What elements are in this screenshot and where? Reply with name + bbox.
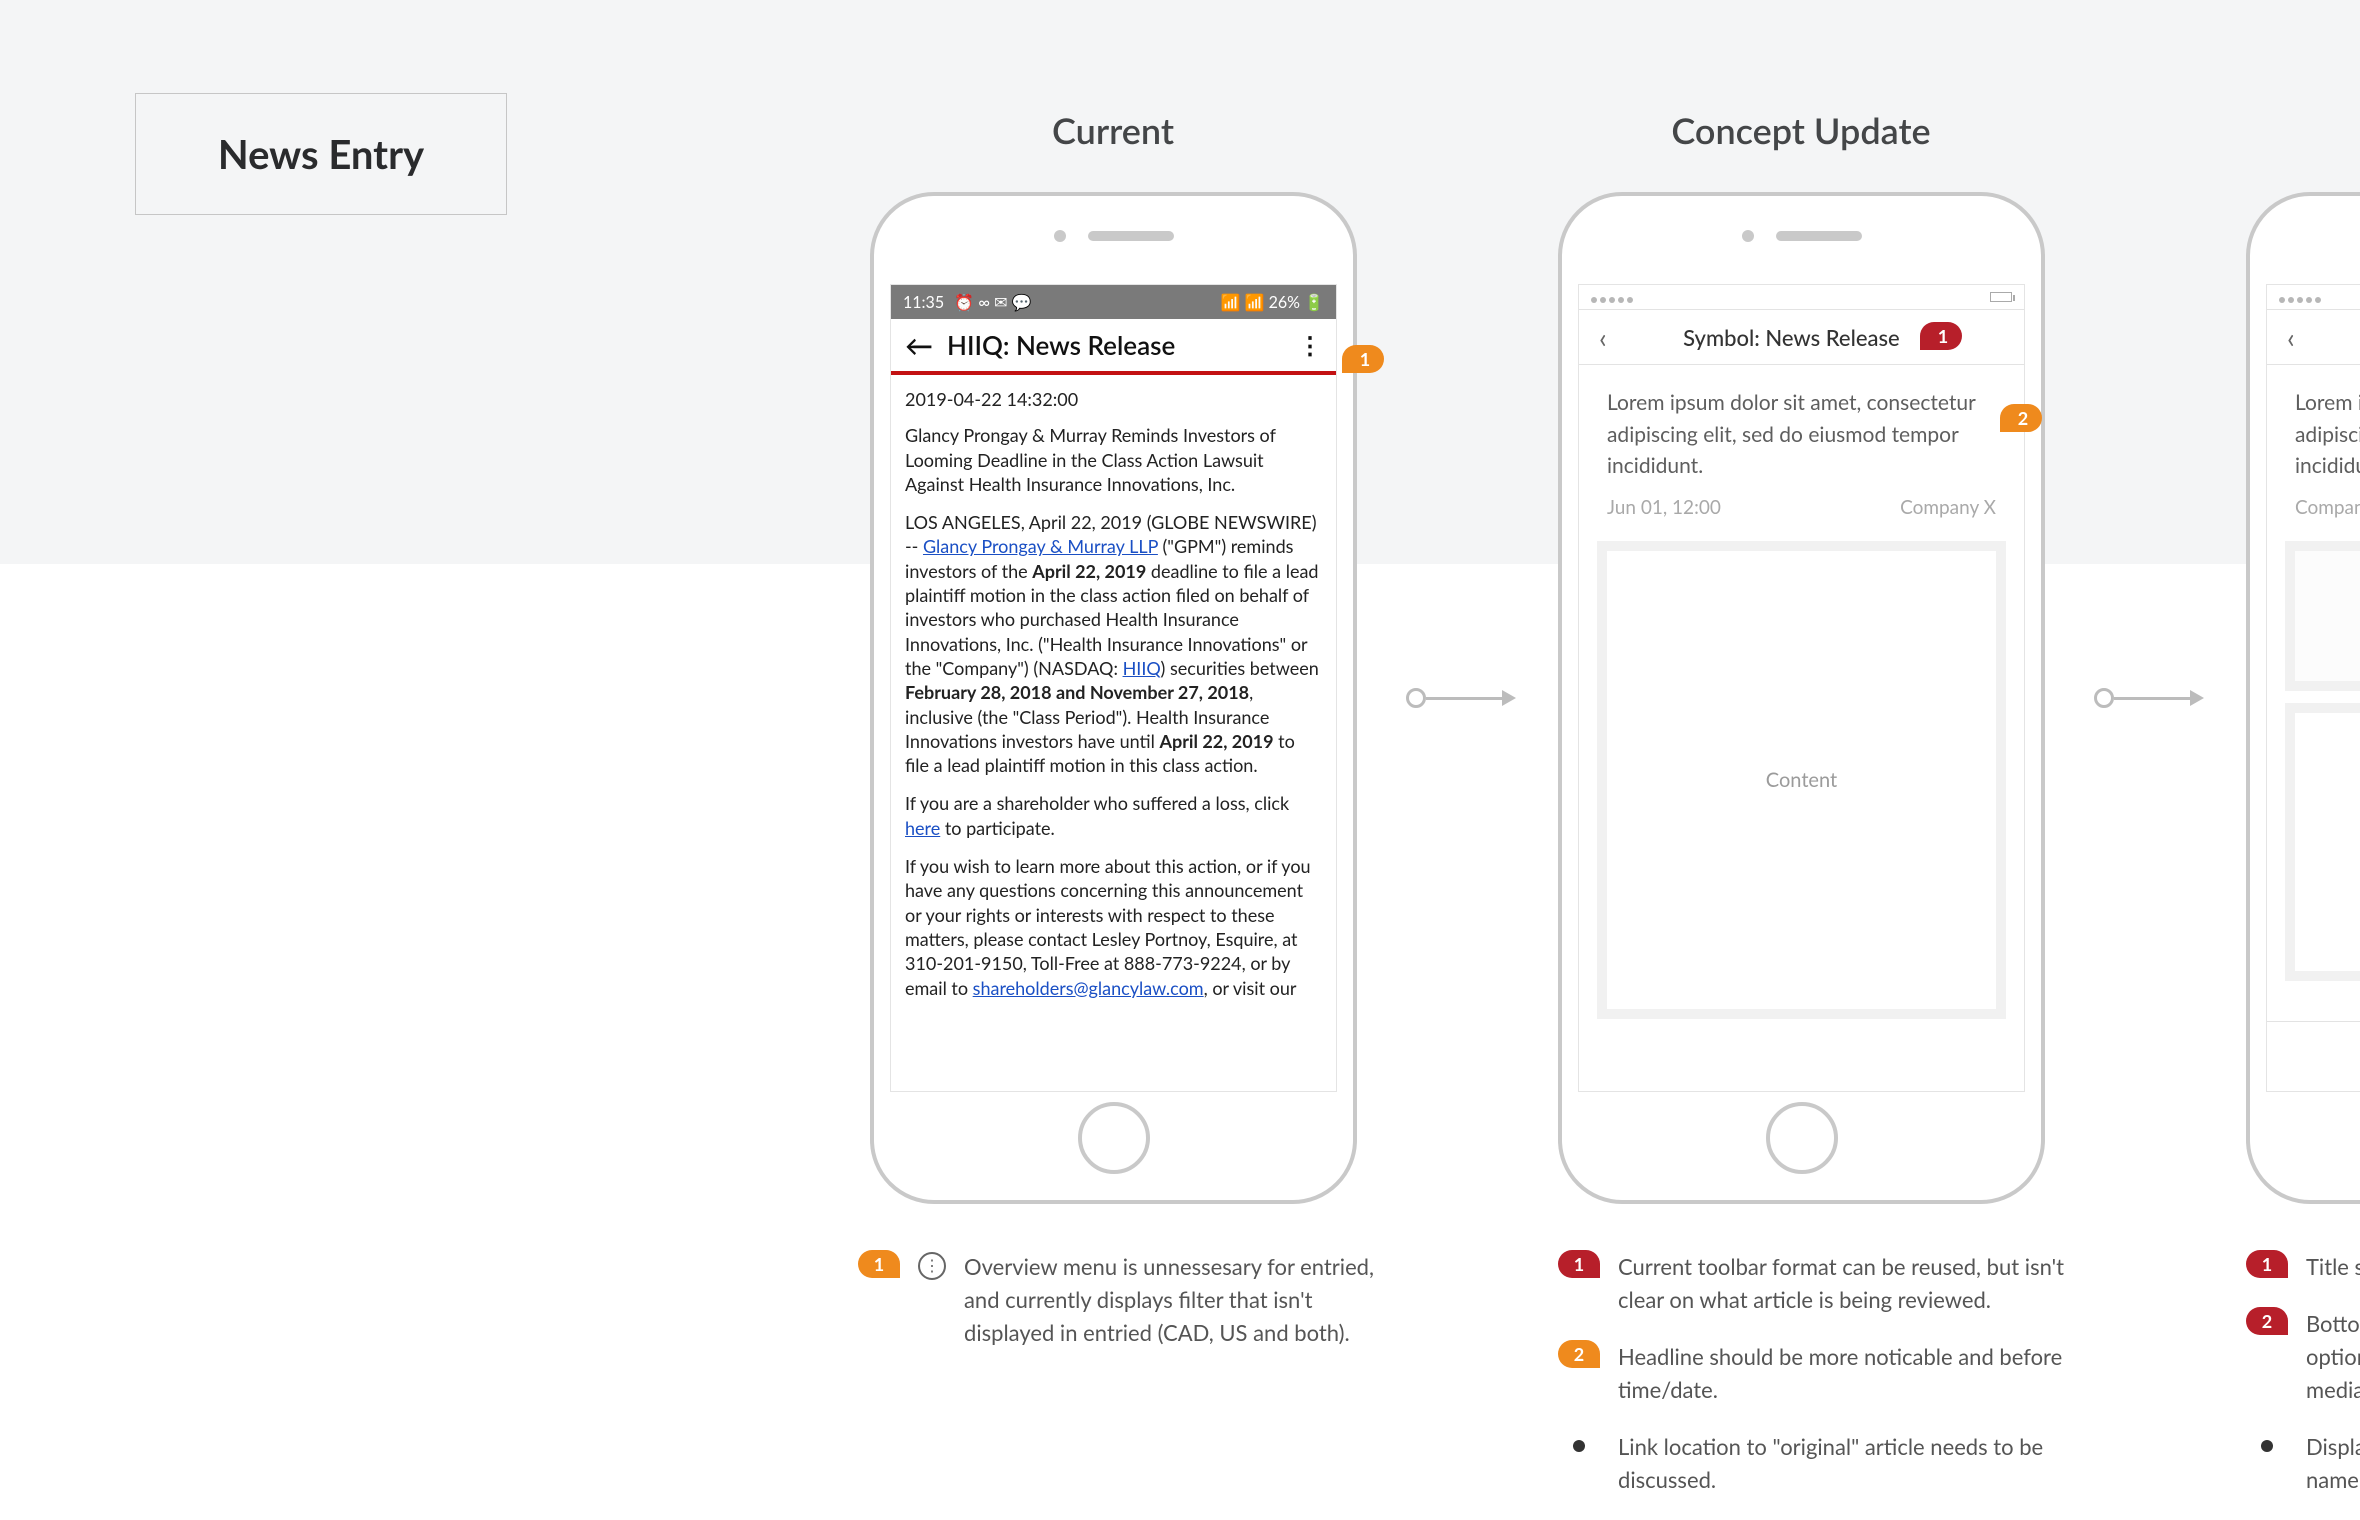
phone-improvement: ‹ Headline... Lorem ipsum dolor sit amet… <box>2246 192 2360 1204</box>
note-row: 1 Title should display entry title. <box>2246 1250 2360 1283</box>
page-title-box: News Entry <box>135 93 507 215</box>
link-email[interactable]: shareholders@glancylaw.com <box>973 977 1204 999</box>
bullet-icon <box>2261 1440 2273 1452</box>
phone-concept-screen: ‹ Symbol: News Release Lorem ipsum dolor… <box>1578 284 2025 1092</box>
notes-current: 1 ⋮ Overview menu is unnessesary for entri… <box>858 1250 1398 1373</box>
signal-dots-icon <box>1591 288 1636 307</box>
content-placeholder: Content <box>2285 703 2360 981</box>
back-icon[interactable]: ‹ <box>2287 320 2295 354</box>
annotation-pin-1: 1 <box>1920 322 1962 350</box>
article-paragraph: If you are a shareholder who suffered a … <box>905 791 1322 840</box>
notes-concept: 1 Current toolbar format can be reused, b… <box>1558 1250 2098 1520</box>
annotation-pin-1: 1 <box>1342 345 1384 373</box>
overflow-menu-icon[interactable]: ⋮ <box>1298 331 1322 360</box>
share-button[interactable]: Share <box>2267 1022 2360 1091</box>
toolbar-title: HIIQ: News Release <box>947 329 1284 361</box>
status-icons-left: ⏰ ∞ ✉ 💬 <box>954 293 1031 312</box>
note-row: 1 Current toolbar format can be reused, b… <box>1558 1250 2098 1316</box>
note-row: 2 Headline should be more noticable and b… <box>1558 1340 2098 1406</box>
article-source: Company X <box>2295 496 2360 519</box>
phone-speaker <box>1054 230 1174 242</box>
note-text: Headline should be more noticable and be… <box>1618 1340 2098 1406</box>
article-header: Lorem ipsum dolor sit amet, consectetur … <box>2267 365 2360 529</box>
note-text: Title should display entry title. <box>2306 1250 2360 1283</box>
page-title: News Entry <box>218 130 424 178</box>
note-pin: 2 <box>1558 1340 1600 1368</box>
note-text: Current toolbar format can be reused, bu… <box>1618 1250 2098 1316</box>
link-gpm[interactable]: Glancy Prongay & Murray LLP <box>923 535 1158 557</box>
article-headline: Glancy Prongay & Murray Reminds Investor… <box>905 423 1322 496</box>
image-placeholder <box>2285 541 2360 691</box>
android-statusbar: 11:35 ⏰ ∞ ✉ 💬 📶 📶 26% 🔋 <box>891 285 1336 319</box>
overflow-menu-icon: ⋮ <box>918 1252 946 1280</box>
wireframe-statusbar <box>1579 285 2024 309</box>
article-source: Company X <box>1900 496 1996 519</box>
article-timestamp: 2019-04-22 14:32:00 <box>905 387 1322 411</box>
article-header: Lorem ipsum dolor sit amet, consectetur … <box>1579 365 2024 529</box>
note-pin: 1 <box>2246 1250 2288 1278</box>
wireframe-statusbar <box>2267 285 2360 309</box>
article-paragraph: LOS ANGELES, April 22, 2019 (GLOBE NEWSW… <box>905 510 1322 777</box>
link-ticker[interactable]: HIIQ <box>1123 657 1161 679</box>
article-body: 2019-04-22 14:32:00 Glancy Prongay & Mur… <box>891 375 1336 1026</box>
phone-current-screen: 11:35 ⏰ ∞ ✉ 💬 📶 📶 26% 🔋 ← HIIQ: News Rel… <box>890 284 1337 1092</box>
flow-arrow <box>2094 688 2204 708</box>
note-text: Bottom bar replaced with related actions… <box>2306 1307 2360 1406</box>
article-excerpt: Lorem ipsum dolor sit amet, consectetur … <box>2295 387 2360 482</box>
note-pin: 2 <box>2246 1307 2288 1335</box>
status-icons-right: 📶 📶 26% 🔋 <box>1221 293 1324 312</box>
app-toolbar: ‹ Headline... <box>2267 309 2360 365</box>
note-pin: 1 <box>1558 1250 1600 1278</box>
app-toolbar: ← HIIQ: News Release ⋮ <box>891 319 1336 375</box>
article-excerpt: Lorem ipsum dolor sit amet, consectetur … <box>1607 387 1996 482</box>
note-text: Overview menu is unnessesary for entried… <box>964 1250 1398 1349</box>
battery-icon <box>1990 292 2012 302</box>
signal-dots-icon <box>2279 288 2324 307</box>
note-row: Link location to "original" article need… <box>1558 1430 2098 1496</box>
article-paragraph: If you wish to learn more about this act… <box>905 854 1322 1000</box>
home-button[interactable] <box>1766 1102 1838 1174</box>
column-heading-current: Current <box>868 108 1358 152</box>
bullet-icon <box>1573 1440 1585 1452</box>
note-row: Displaying page categories, symbol, comp… <box>2246 1430 2360 1496</box>
phone-concept: ‹ Symbol: News Release Lorem ipsum dolor… <box>1558 192 2045 1204</box>
link-here[interactable]: here <box>905 817 940 839</box>
flow-arrow <box>1406 688 1516 708</box>
phone-current: 11:35 ⏰ ∞ ✉ 💬 📶 📶 26% 🔋 ← HIIQ: News Rel… <box>870 192 1357 1204</box>
note-text: Link location to "original" article need… <box>1618 1430 2098 1496</box>
phone-speaker <box>1742 230 1862 242</box>
note-row: 2 Bottom bar replaced with related action… <box>2246 1307 2360 1406</box>
bottom-action-bar: Share Bookmark <box>2267 1021 2360 1091</box>
phone-improvement-screen: ‹ Headline... Lorem ipsum dolor sit amet… <box>2266 284 2360 1092</box>
status-clock: 11:35 <box>903 293 944 312</box>
notes-improvement: 1 Title should display entry title. 2 Botto… <box>2246 1250 2360 1520</box>
note-text: Displaying page categories, symbol, comp… <box>2306 1430 2360 1496</box>
note-pin: 1 <box>858 1250 900 1278</box>
column-heading-concept: Concept Update <box>1556 108 2046 152</box>
home-button[interactable] <box>1078 1102 1150 1174</box>
toolbar-title: Headline... <box>2295 324 2360 351</box>
column-heading-improvement: Improvement <box>2244 108 2360 152</box>
note-row: 1 ⋮ Overview menu is unnessesary for entri… <box>858 1250 1398 1349</box>
back-icon[interactable]: ‹ <box>1599 320 1607 354</box>
back-icon[interactable]: ← <box>905 331 933 359</box>
content-placeholder: Content <box>1597 541 2006 1019</box>
annotation-pin-2: 2 <box>2000 404 2042 432</box>
article-datetime: Jun 01, 12:00 <box>1607 496 1721 519</box>
